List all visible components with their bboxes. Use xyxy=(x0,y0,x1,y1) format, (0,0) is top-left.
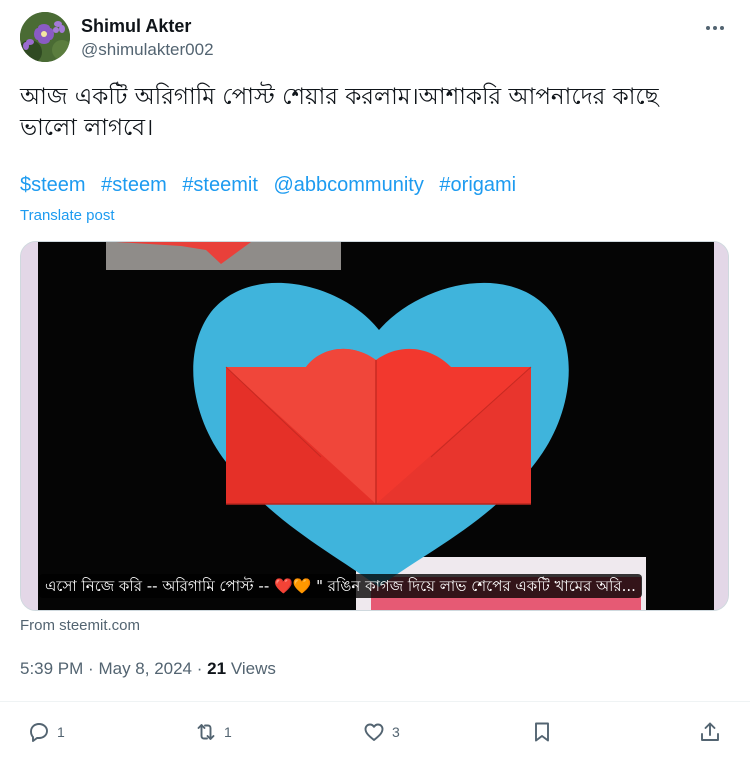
post-date[interactable]: May 8, 2024 xyxy=(98,659,192,678)
more-dot-icon xyxy=(706,26,710,30)
bookmark-icon xyxy=(535,722,549,742)
more-dot-icon xyxy=(713,26,717,30)
post-text: আজ একটি অরিগামি পোস্ট শেয়ার করলাম।আশাকর… xyxy=(20,84,659,141)
mention-link[interactable]: @abbcommunity xyxy=(273,174,423,196)
meta-separator: · xyxy=(196,659,203,678)
reply-icon xyxy=(30,723,48,742)
like-button[interactable]: 3 xyxy=(362,718,400,746)
avatar[interactable] xyxy=(20,12,70,62)
tag-link[interactable]: #steem xyxy=(101,174,167,196)
divider xyxy=(0,701,750,702)
meta-separator: · xyxy=(88,659,94,678)
repost-button[interactable]: 1 xyxy=(194,718,232,746)
repost-count: 1 xyxy=(224,724,232,740)
bookmark-button[interactable] xyxy=(530,718,554,746)
share-button[interactable] xyxy=(698,718,722,746)
media-caption: এসো নিজে করি -- অরিগামি পোস্ট -- ❤️🧡 " র… xyxy=(39,574,642,598)
tag-link[interactable]: $steem xyxy=(20,174,86,196)
heart-icon xyxy=(364,723,384,741)
tag-link[interactable]: #origami xyxy=(439,174,516,196)
tag-link[interactable]: #steemit xyxy=(182,174,258,196)
repost-icon xyxy=(197,724,215,740)
translate-post-link[interactable]: Translate post xyxy=(20,207,115,224)
views-count: 21 xyxy=(207,659,227,678)
post-meta: 5:39 PM · May 8, 2024 · 21 Views xyxy=(20,659,276,679)
post-time[interactable]: 5:39 PM xyxy=(20,659,83,678)
share-icon xyxy=(701,722,719,741)
reply-count: 1 xyxy=(57,724,65,740)
more-options-button[interactable] xyxy=(704,20,726,36)
origami-heart-image xyxy=(21,242,728,610)
flower-avatar-icon xyxy=(20,12,70,62)
action-bar: 1 1 3 xyxy=(0,712,750,752)
reply-button[interactable]: 1 xyxy=(27,718,65,746)
post-header: Shimul Akter @shimulakter002 xyxy=(20,12,730,64)
source-link[interactable]: From steemit.com xyxy=(20,617,140,634)
like-count: 3 xyxy=(392,724,400,740)
views-label: Views xyxy=(230,659,276,678)
media-card[interactable]: এসো নিজে করি -- অরিগামি পোস্ট -- ❤️🧡 " র… xyxy=(20,241,729,611)
more-dot-icon xyxy=(720,26,724,30)
author-name[interactable]: Shimul Akter xyxy=(81,16,191,37)
post-tags: $steem #steem #steemit @abbcommunity #or… xyxy=(20,174,730,197)
author-handle[interactable]: @shimulakter002 xyxy=(81,40,214,60)
